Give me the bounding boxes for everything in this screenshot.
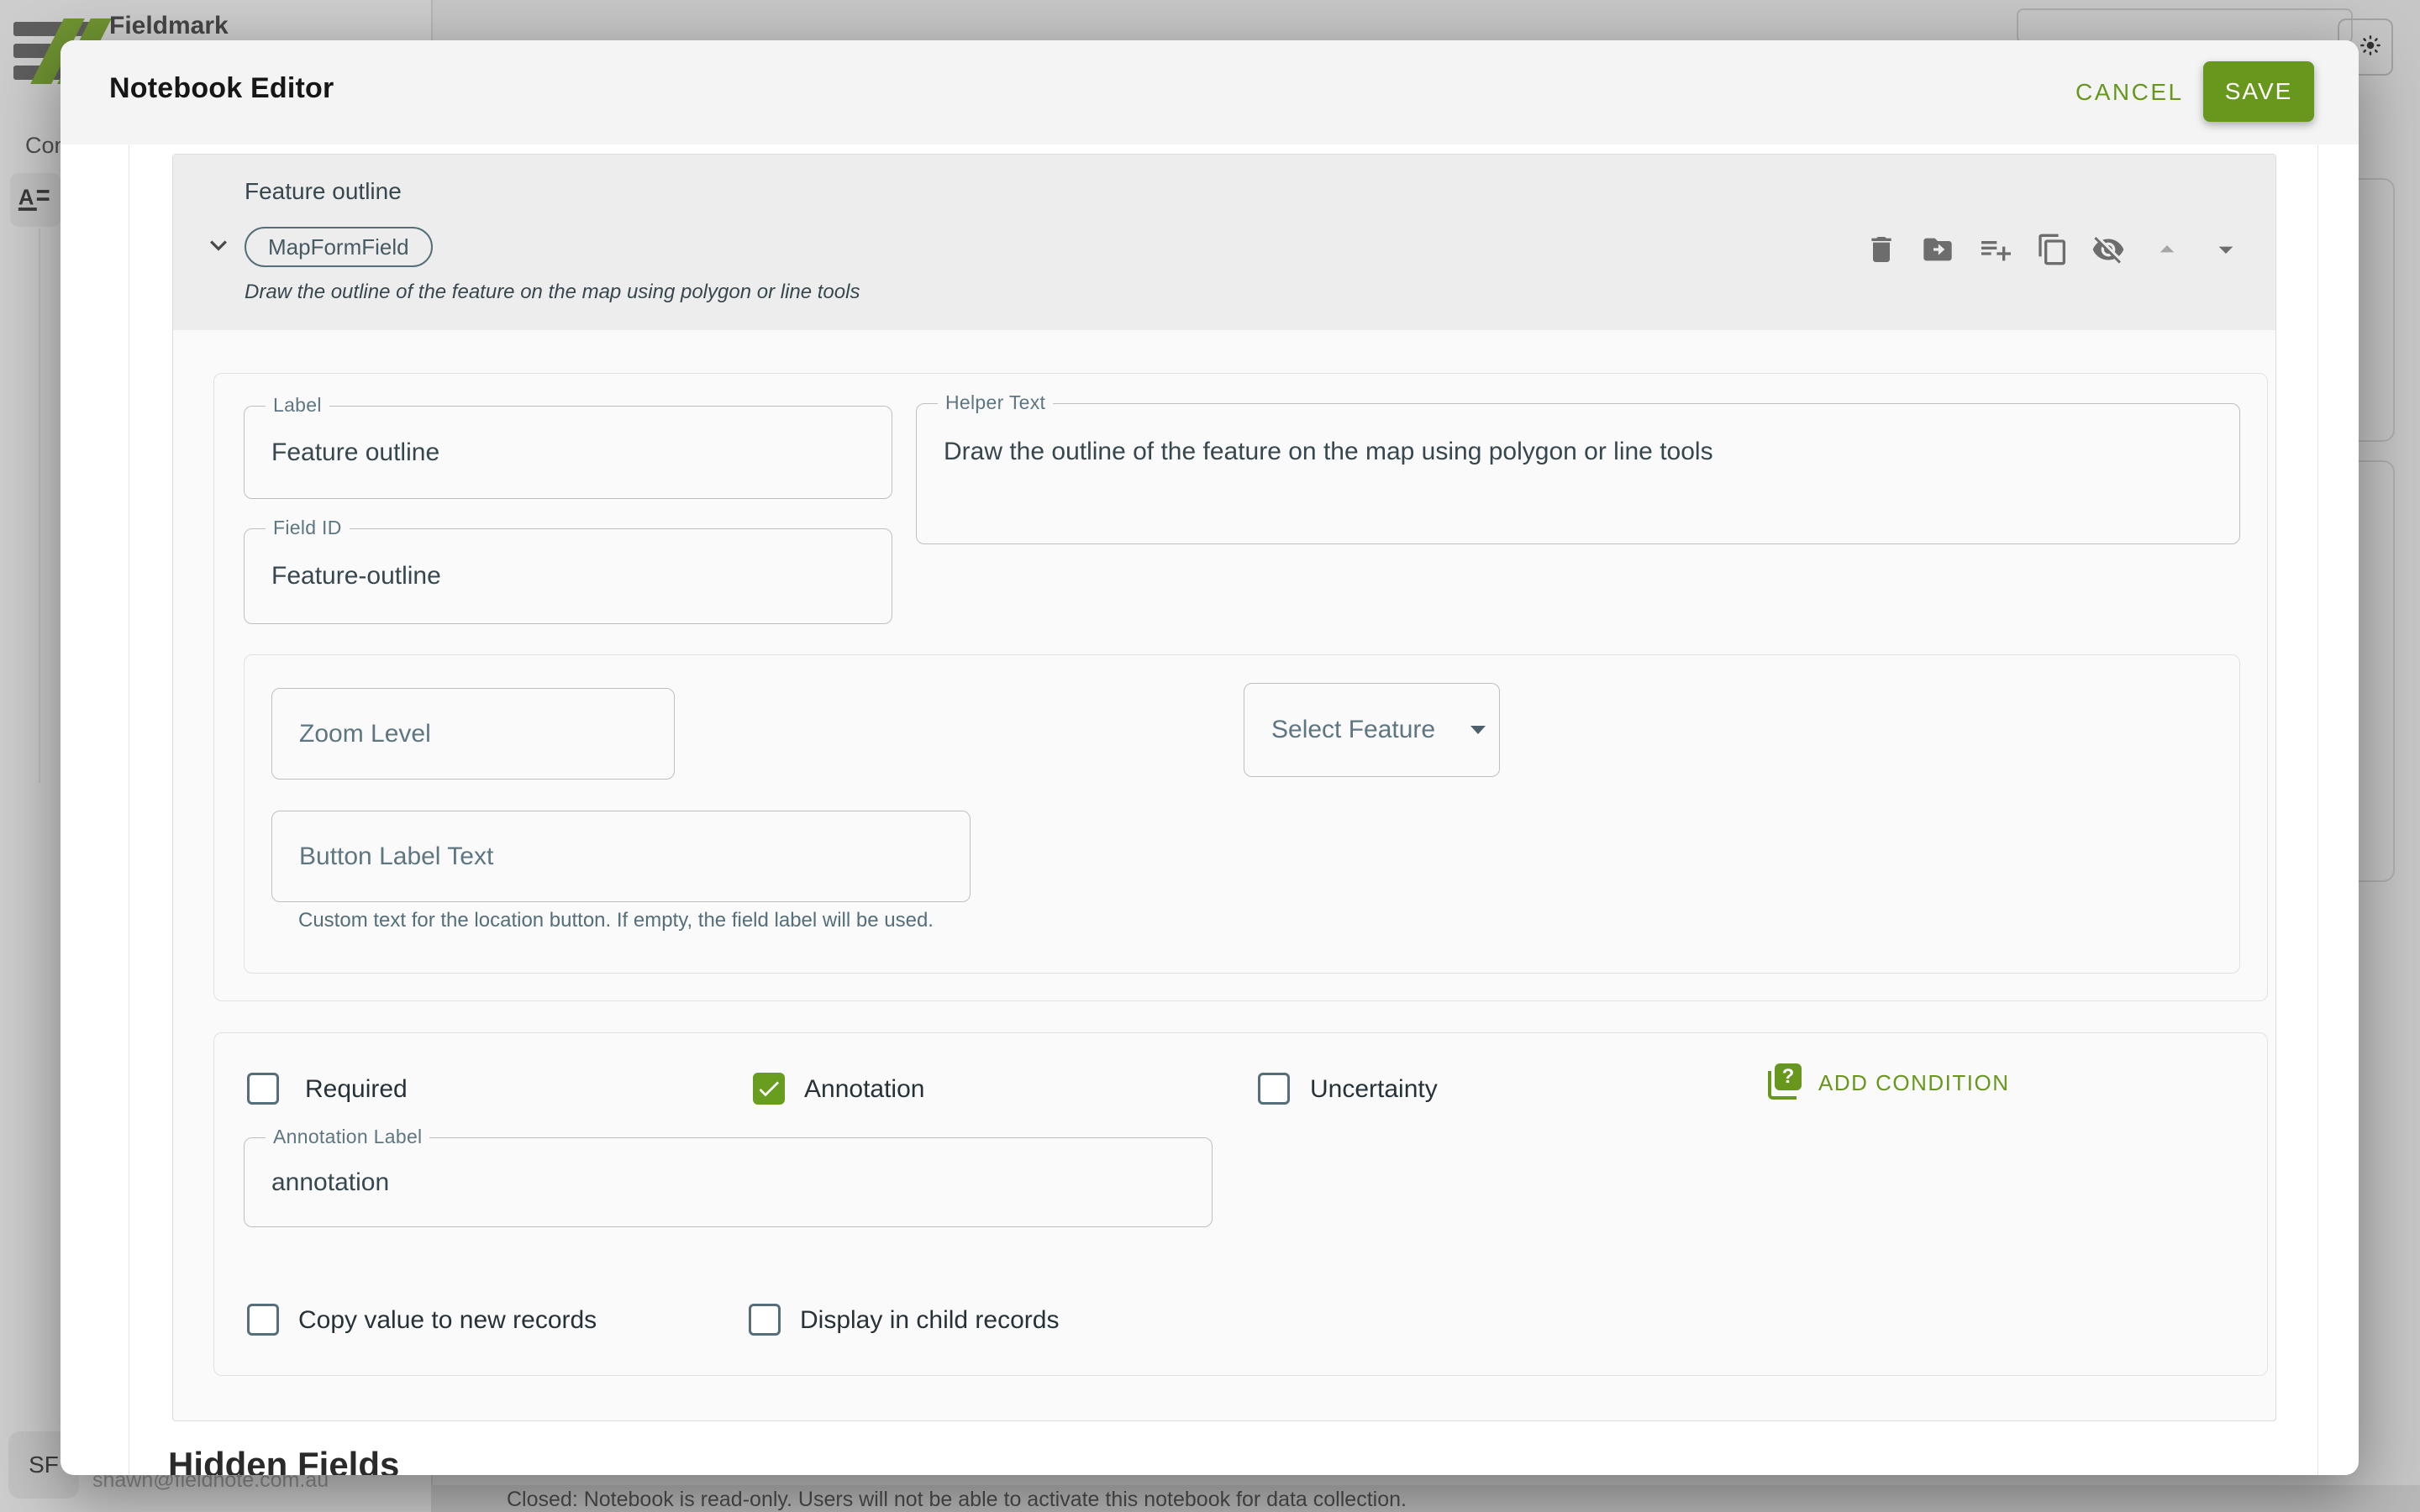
select-feature-label: Select Feature xyxy=(1271,684,1482,776)
helper-text-field[interactable]: Helper Text Draw the outline of the feat… xyxy=(916,403,2240,544)
hidden-fields-heading: Hidden Fields xyxy=(168,1445,399,1475)
zoom-level-placeholder: Zoom Level xyxy=(299,689,657,779)
quiz-icon: ? xyxy=(1768,1063,1802,1097)
text-field-icon: A xyxy=(10,173,60,227)
field-card-description: Draw the outline of the feature on the m… xyxy=(245,281,860,304)
button-label-helper: Custom text for the location button. If … xyxy=(298,909,934,932)
select-feature-dropdown[interactable]: Select Feature xyxy=(1244,683,1500,777)
duplicate-icon[interactable] xyxy=(2036,233,2070,266)
annotation-label-field-value: annotation xyxy=(271,1138,1195,1226)
annotation-checkbox[interactable] xyxy=(753,1073,785,1105)
field-id-field-value: Feature-outline xyxy=(271,529,875,623)
move-to-section-icon[interactable] xyxy=(1921,233,1954,266)
cancel-button[interactable]: CANCEL xyxy=(2064,74,2196,111)
screen: Fieldmark Con A SF shawn@fieldnote.com.a… xyxy=(0,0,2420,1512)
label-field[interactable]: Label Feature outline xyxy=(244,406,892,499)
svg-text:A: A xyxy=(18,186,34,210)
copy-value-label: Copy value to new records xyxy=(298,1304,597,1337)
hide-field-icon[interactable] xyxy=(2091,233,2125,266)
display-child-label: Display in child records xyxy=(800,1304,1059,1337)
status-banner: Closed: Notebook is read-only. Users wil… xyxy=(431,1485,2420,1512)
uncertainty-checkbox[interactable] xyxy=(1258,1073,1290,1105)
annotation-label-field[interactable]: Annotation Label annotation xyxy=(244,1137,1213,1227)
required-label: Required xyxy=(305,1073,408,1106)
save-button[interactable]: SAVE xyxy=(2203,61,2314,122)
copy-value-checkbox[interactable] xyxy=(247,1304,279,1336)
tree-guide-line xyxy=(39,228,40,783)
zoom-level-field[interactable]: Zoom Level xyxy=(271,688,675,780)
button-label-field[interactable]: Button Label Text xyxy=(271,811,971,902)
field-options-section: Required Annotation Uncertainty ? ADD CO… xyxy=(213,1032,2268,1376)
annotation-label: Annotation xyxy=(804,1073,924,1106)
field-id-field[interactable]: Field ID Feature-outline xyxy=(244,528,892,624)
field-type-chip: MapFormField xyxy=(245,227,433,267)
field-properties-section: Label Feature outline Helper Text Draw t… xyxy=(213,373,2268,1001)
move-up-icon[interactable] xyxy=(2150,233,2184,266)
field-card: Feature outline MapFormField Draw the ou… xyxy=(172,154,2276,1421)
uncertainty-label: Uncertainty xyxy=(1310,1073,1438,1106)
dropdown-caret-icon xyxy=(1470,726,1486,734)
add-condition-button[interactable]: ? ADD CONDITION xyxy=(1768,1062,2205,1112)
label-field-value: Feature outline xyxy=(271,407,875,498)
button-label-placeholder: Button Label Text xyxy=(299,811,953,901)
map-options-section: Zoom Level Select Feature Button Label T… xyxy=(244,654,2240,974)
display-child-checkbox[interactable] xyxy=(749,1304,781,1336)
add-condition-label: ADD CONDITION xyxy=(1818,1070,2010,1096)
content-right-rule xyxy=(2317,144,2318,1475)
status-banner-text: Closed: Notebook is read-only. Users wil… xyxy=(507,1488,1407,1512)
background-search-box xyxy=(2017,8,2353,44)
field-card-title: Feature outline xyxy=(245,178,402,205)
dialog-title: Notebook Editor xyxy=(109,72,334,105)
chevron-down-icon[interactable] xyxy=(202,228,235,262)
move-down-icon[interactable] xyxy=(2209,233,2243,266)
sun-icon xyxy=(2358,33,2383,58)
delete-icon[interactable] xyxy=(1865,233,1898,266)
add-to-list-icon[interactable] xyxy=(1977,233,2011,266)
brand-title: Fieldmark xyxy=(109,12,229,40)
helper-text-field-value: Draw the outline of the feature on the m… xyxy=(944,438,2223,466)
helper-text-field-label: Helper Text xyxy=(938,391,1053,414)
notebook-editor-dialog: Notebook Editor CANCEL SAVE Feature outl… xyxy=(60,40,2359,1475)
dialog-header xyxy=(60,40,2359,144)
required-checkbox[interactable] xyxy=(247,1073,279,1105)
